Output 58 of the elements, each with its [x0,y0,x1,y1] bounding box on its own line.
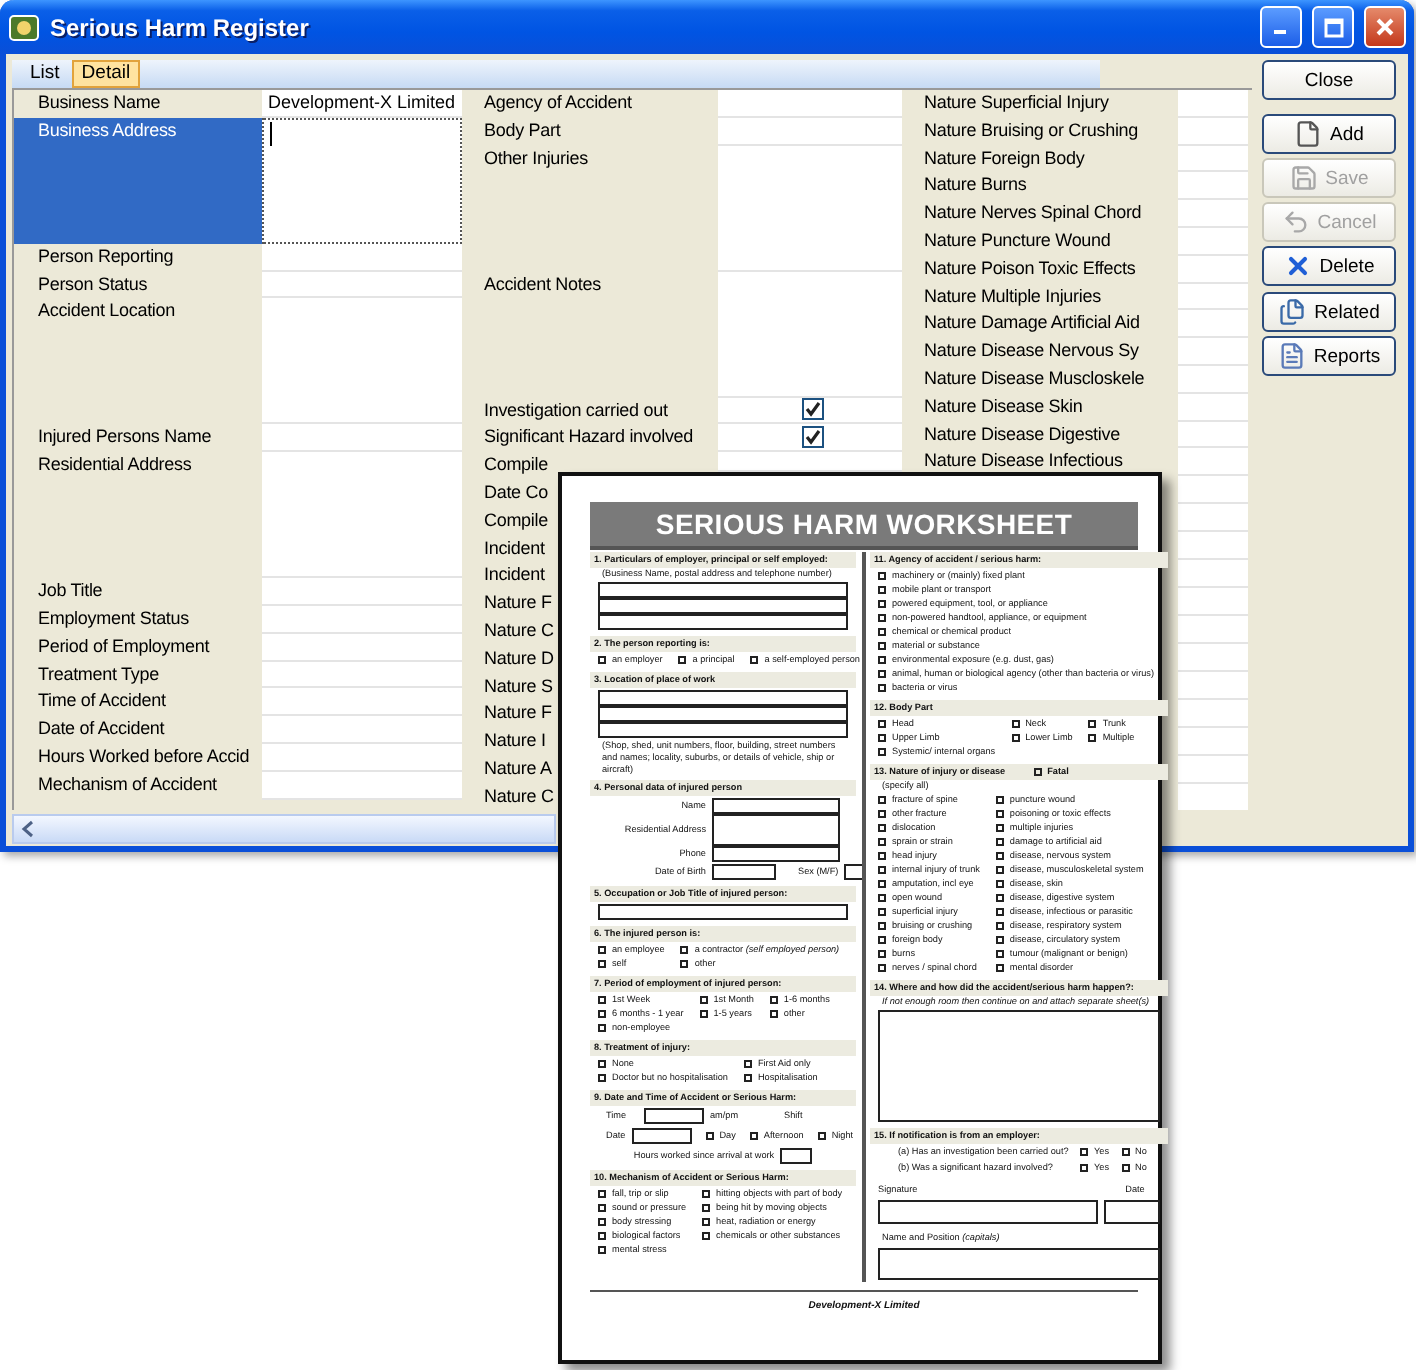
field-label: Other Injuries [484,145,588,172]
field-label: Nature Multiple Injuries [924,283,1101,310]
field-label: Nature Bruising or Crushing [924,117,1138,144]
field-label: Nature C [484,617,554,644]
field-label: Nature Nerves Spinal Chord [924,200,1142,227]
field-label: Nature C [484,783,554,810]
field-label: Accident Location [38,298,175,325]
field-label: Person Reporting [38,243,174,270]
toolbar-button[interactable]: Related [1262,292,1396,332]
toolbar-button[interactable]: Delete [1262,246,1396,286]
field-label: Accident Notes [484,271,601,298]
field-label: Body Part [484,117,561,144]
toolbar-button[interactable]: Close [1262,60,1396,100]
field-label: Business Address [38,117,177,144]
field-label: Nature Burns [924,172,1027,199]
field-label: Date Co [484,479,548,506]
tab[interactable]: Detail [71,60,141,88]
field-label: Nature Puncture Wound [924,227,1111,254]
field-label: Nature Disease Digestive [924,421,1120,448]
field-label: Nature Disease Nervous Sy [924,338,1139,365]
field-label: Incident [484,562,545,589]
field-label: Date of Accident [38,716,165,743]
field-label: Significant Hazard involved [484,424,694,451]
field-label: Injured Persons Name [38,424,212,451]
field-label: Investigation carried out [484,397,668,424]
field-label: Period of Employment [38,633,210,660]
field-label: Person Status [38,271,148,298]
field-label: Business Name [38,90,161,116]
field-label: Nature Damage Artificial Aid [924,310,1140,337]
field-label: Nature S [484,673,553,700]
field-label: Nature Superficial Injury [924,90,1109,116]
window-title: Serious Harm Register [50,13,311,41]
field-label: Treatment Type [38,661,159,688]
field-label: Agency of Accident [484,90,632,116]
field-label: Mechanism of Accident [38,771,217,798]
field-label: Incident [484,535,545,562]
field-label: Nature I [484,728,546,755]
field-label: Hours Worked before Accid [38,743,250,770]
field-label: Nature Disease Infectious [924,448,1123,475]
field-label: Compile [484,452,548,479]
field-label: Job Title [38,578,103,605]
input-field[interactable]: Development-X Limited [262,90,462,118]
field-label: Nature Foreign Body [924,145,1085,172]
toolbar-button[interactable]: Add [1262,114,1396,154]
field-label: Nature Disease Muscloskele [924,365,1145,392]
toolbar-button[interactable]: Reports [1262,336,1396,376]
field-label: Nature F [484,590,552,617]
field-label: Nature D [484,645,554,672]
field-label: Nature Poison Toxic Effects [924,255,1136,282]
worksheet-title: SERIOUS HARM WORKSHEET [590,502,1138,550]
field-label: Employment Status [38,605,189,632]
field-label: Time of Accident [38,688,166,715]
tab[interactable]: List [20,60,70,88]
field-label: Residential Address [38,452,192,479]
field-label: Compile [484,507,548,534]
field-label: Nature A [484,755,552,782]
field-label: Nature Disease Skin [924,393,1083,420]
field-label: Nature F [484,700,552,727]
